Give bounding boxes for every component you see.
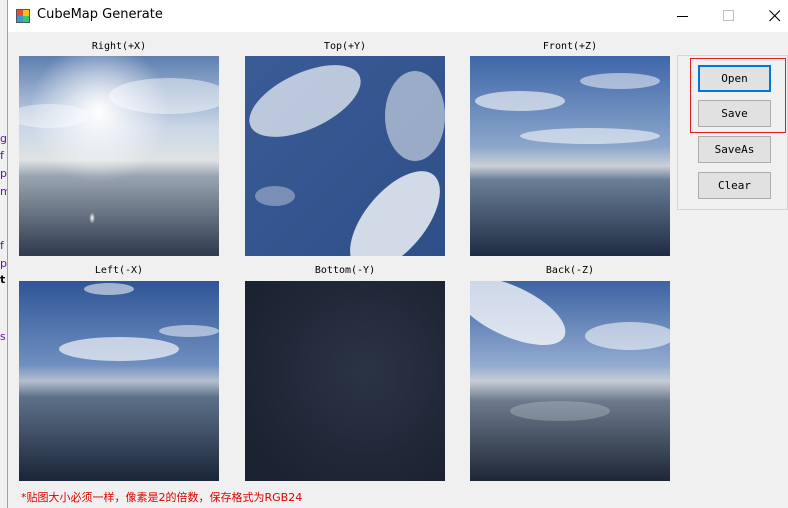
- close-button[interactable]: [752, 0, 788, 32]
- background-fragment: m: [0, 186, 7, 198]
- background-fragment: p: [0, 258, 7, 270]
- image-back[interactable]: [470, 281, 670, 481]
- caption-right: Right(+X): [91, 41, 147, 52]
- app-icon: [16, 9, 30, 23]
- title-bar[interactable]: CubeMap Generate: [8, 0, 788, 32]
- image-left[interactable]: [19, 281, 219, 481]
- clear-button[interactable]: Clear: [698, 172, 771, 199]
- background-fragment: g: [0, 133, 7, 145]
- maximize-button[interactable]: [706, 0, 752, 32]
- image-top[interactable]: [245, 56, 445, 256]
- caption-back: Back(-Z): [545, 265, 595, 276]
- window-title: CubeMap Generate: [37, 7, 163, 22]
- open-button[interactable]: Open: [698, 65, 771, 92]
- background-fragment: t: [0, 274, 6, 286]
- image-right[interactable]: [19, 56, 219, 256]
- background-fragment: f: [0, 150, 4, 162]
- background-fragment: f: [0, 240, 4, 252]
- background-fragment: p: [0, 168, 7, 180]
- minimize-button[interactable]: [660, 0, 706, 32]
- caption-top: Top(+Y): [323, 41, 367, 52]
- image-front[interactable]: [470, 56, 670, 256]
- minimize-icon: [677, 16, 688, 17]
- saveas-button[interactable]: SaveAs: [698, 136, 771, 163]
- caption-bottom: Bottom(-Y): [314, 265, 376, 276]
- background-fragment: s: [0, 331, 6, 343]
- caption-front: Front(+Z): [542, 41, 598, 52]
- size-requirement-note: *贴图大小必须一样，像素是2的倍数，保存格式为RGB24: [21, 491, 303, 504]
- maximize-icon: [723, 10, 734, 21]
- image-bottom[interactable]: [245, 281, 445, 481]
- save-button[interactable]: Save: [698, 100, 771, 127]
- cubemap-window: CubeMap Generate Right(+X) Top(+Y) Front…: [7, 0, 788, 508]
- close-icon: [769, 10, 781, 22]
- caption-left: Left(-X): [94, 265, 144, 276]
